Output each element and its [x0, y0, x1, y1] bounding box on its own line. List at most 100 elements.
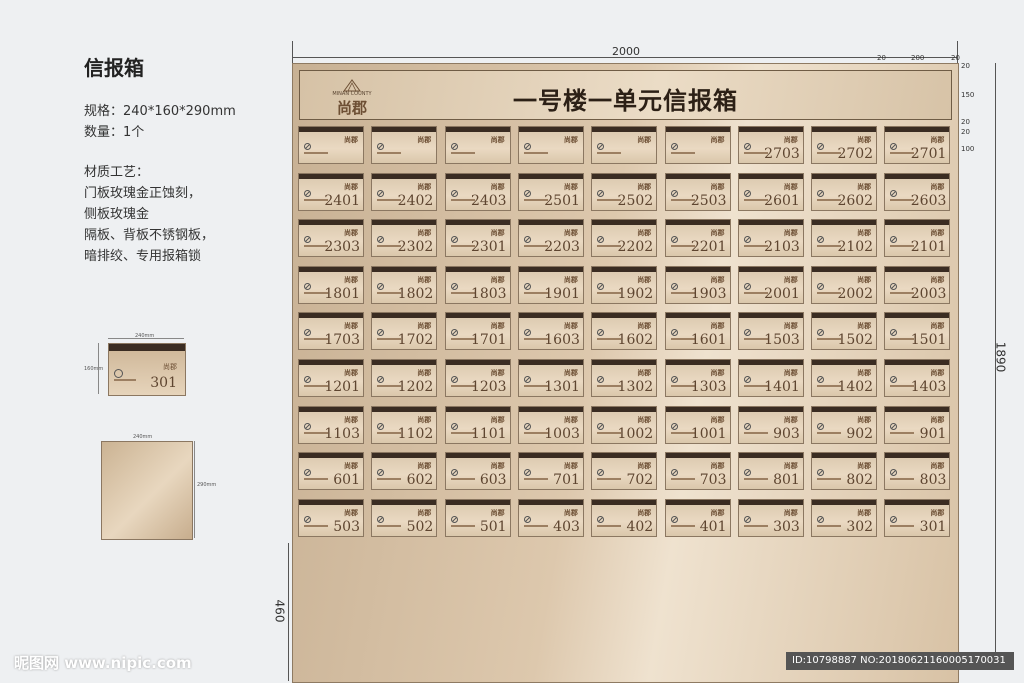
mailbox-number: 1602 [617, 332, 654, 349]
lock-icon [377, 236, 385, 244]
craft-block: 材质工艺： 门板玫瑰金正蚀刻， 侧板玫瑰金 隔板、背板不锈钢板， 暗排绞、专用报… [84, 162, 214, 267]
mailbox-number: 1502 [837, 332, 874, 349]
box-emblem: 尚郡 [857, 508, 872, 517]
box-emblem: 尚郡 [344, 182, 358, 191]
mailbox-number: 2301 [470, 239, 507, 256]
mail-slot [592, 453, 657, 459]
box-emblem: 尚郡 [490, 369, 505, 377]
lock-icon [523, 422, 531, 430]
mailbox-number: 902 [846, 425, 874, 442]
mailbox: 尚郡 2103 [737, 219, 804, 258]
lock-icon [670, 236, 678, 244]
box-emblem: 尚郡 [417, 508, 432, 517]
lock-icon [304, 329, 311, 337]
mailbox: 尚郡 1802 [371, 265, 438, 304]
box-emblem: 尚郡 [417, 229, 432, 238]
lock-icon [450, 282, 458, 290]
box-emblem: 尚郡 [490, 322, 505, 331]
lock-icon [114, 369, 123, 378]
box-emblem: 尚郡 [563, 462, 578, 471]
spec-size: 规格：240*160*290mm [84, 104, 236, 119]
lock-icon [597, 469, 605, 477]
handle-bar [743, 524, 768, 527]
lock-icon [597, 422, 605, 430]
mailbox-number: 502 [406, 518, 434, 535]
box-emblem: 尚郡 [637, 462, 652, 471]
mailbox: 尚郡 2701 [884, 126, 951, 164]
box-emblem: 尚郡 [710, 182, 725, 191]
mailbox: 尚郡 503 [298, 498, 364, 537]
handle-bar [817, 478, 842, 481]
lock-icon [597, 143, 605, 150]
lock-icon [670, 189, 678, 197]
mailbox: 尚郡 1602 [591, 312, 658, 351]
mailbox: 尚郡 1103 [298, 405, 364, 444]
box-emblem: 尚郡 [930, 275, 945, 284]
lock-icon [743, 236, 751, 244]
mailbox-number: 603 [479, 472, 507, 489]
lock-icon [817, 515, 825, 523]
lock-icon [304, 515, 311, 523]
mail-slot [445, 453, 510, 459]
box-emblem: 尚郡 [930, 182, 945, 191]
craft-line: 门板玫瑰金正蚀刻， [84, 186, 202, 201]
mailbox: 尚郡 2602 [811, 172, 878, 211]
mailbox-number: 1201 [324, 379, 360, 395]
mailbox-number: 1801 [324, 285, 360, 302]
mailbox: 尚郡 2102 [811, 219, 878, 258]
mail-slot [738, 360, 803, 365]
sketch-height-label: 160mm [84, 366, 104, 372]
mailbox: 尚郡 2601 [737, 172, 804, 211]
box-emblem: 尚郡 [490, 462, 505, 471]
mail-slot [665, 173, 730, 179]
mailbox: 尚郡 2001 [737, 265, 804, 304]
lock-icon [817, 236, 825, 244]
lock-icon [597, 236, 605, 244]
dim-label: 20 [951, 54, 960, 62]
box-emblem: 尚郡 [710, 136, 725, 144]
mailbox: 尚郡 602 [371, 452, 438, 491]
lock-icon [304, 282, 311, 290]
sketch-dim-line [194, 441, 195, 538]
mail-slot [665, 220, 730, 226]
mailbox-number: 1402 [837, 379, 874, 395]
mailbox: 尚郡 802 [811, 452, 878, 491]
mail-slot [812, 127, 877, 132]
craft-title: 材质工艺： [84, 165, 150, 180]
handle-bar [523, 152, 548, 154]
lock-icon [890, 143, 898, 150]
handle-bar [597, 478, 622, 481]
lock-icon [597, 189, 605, 197]
dim-label: 20 [961, 118, 970, 126]
mailbox-number: 1703 [324, 332, 360, 349]
mailbox-number: 802 [846, 472, 874, 489]
mail-slot [812, 499, 877, 505]
mail-slot [445, 220, 510, 226]
mailbox-number: 1802 [397, 285, 434, 302]
box-emblem: 尚郡 [490, 229, 505, 238]
mailbox-number: 2003 [910, 285, 947, 302]
mailbox-number: 2602 [837, 192, 874, 209]
mail-slot [812, 360, 877, 365]
mailbox: 尚郡 801 [737, 452, 804, 491]
mailbox: 尚郡 2401 [298, 172, 364, 211]
lock-icon [890, 282, 898, 290]
dim-label: 20 [961, 62, 970, 70]
mailbox: 尚郡 1503 [737, 312, 804, 351]
mailbox: 尚郡 2303 [298, 219, 364, 258]
lock-icon [304, 376, 311, 383]
mailbox: 尚郡 803 [884, 452, 951, 491]
mailbox: 尚郡 502 [371, 498, 438, 537]
mailbox: 尚郡 2402 [371, 172, 438, 211]
mail-slot [299, 220, 363, 226]
mailbox: 尚郡 603 [444, 452, 511, 491]
bottom-dim-line [288, 543, 289, 681]
lock-icon [670, 376, 678, 383]
mailbox-number: 701 [553, 472, 580, 489]
lock-icon [817, 143, 825, 150]
mail-slot [445, 127, 510, 132]
mailbox-number: 1102 [397, 425, 434, 442]
mailbox-number: 2503 [690, 192, 727, 209]
mail-slot [592, 266, 657, 272]
lock-icon [743, 469, 751, 477]
